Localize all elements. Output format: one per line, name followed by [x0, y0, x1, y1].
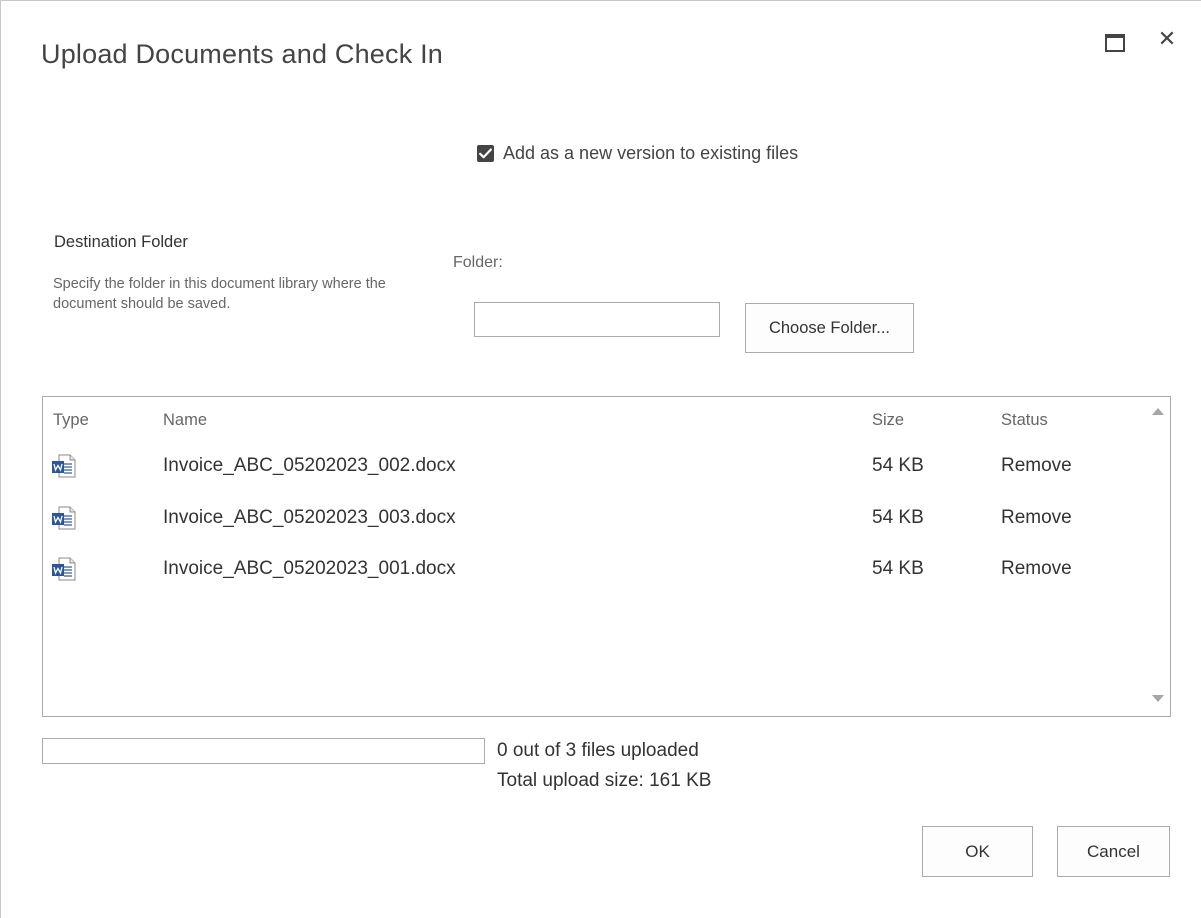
upload-progress-text: 0 out of 3 files uploaded [497, 740, 699, 761]
ok-button[interactable]: OK [922, 826, 1033, 877]
destination-heading: Destination Folder [54, 233, 188, 251]
dialog-title: Upload Documents and Check In [41, 39, 444, 69]
column-header-type: Type [53, 411, 89, 429]
file-size: 54 KB [872, 455, 924, 476]
word-document-icon [51, 505, 77, 531]
column-header-size: Size [872, 411, 905, 429]
upload-dialog: Upload Documents and Check In ✕ Add as a… [0, 0, 1201, 918]
maximize-icon[interactable] [1103, 32, 1125, 52]
file-size: 54 KB [872, 558, 924, 579]
destination-description: Specify the folder in this document libr… [53, 276, 386, 312]
file-size: 54 KB [872, 507, 924, 528]
scroll-down-arrow-icon[interactable] [1151, 694, 1165, 704]
file-list: Type Name Size Status Invoice_ABC_052020… [42, 396, 1171, 717]
total-upload-size: Total upload size: 161 KB [497, 770, 712, 791]
file-name: Invoice_ABC_05202023_002.docx [163, 455, 456, 476]
word-document-icon [51, 453, 77, 479]
remove-file-link[interactable]: Remove [1001, 455, 1072, 477]
add-version-checkbox[interactable] [477, 144, 494, 162]
file-row: Invoice_ABC_05202023_002.docx 54 KB Remo… [43, 453, 1143, 503]
remove-file-link[interactable]: Remove [1001, 558, 1072, 580]
word-document-icon [51, 556, 77, 582]
choose-folder-button[interactable]: Choose Folder... [745, 303, 914, 353]
folder-input[interactable] [474, 302, 720, 337]
scroll-up-arrow-icon[interactable] [1151, 406, 1165, 416]
file-row: Invoice_ABC_05202023_001.docx 54 KB Remo… [43, 556, 1143, 606]
folder-label: Folder: [453, 254, 503, 271]
remove-file-link[interactable]: Remove [1001, 507, 1072, 529]
add-version-label: Add as a new version to existing files [503, 142, 799, 163]
add-version-option: Add as a new version to existing files [477, 141, 798, 165]
column-header-name: Name [163, 411, 208, 429]
checkmark-icon [479, 148, 492, 158]
file-name: Invoice_ABC_05202023_001.docx [163, 558, 456, 579]
close-icon[interactable]: ✕ [1156, 29, 1178, 51]
upload-progress-bar [42, 738, 485, 764]
file-row: Invoice_ABC_05202023_003.docx 54 KB Remo… [43, 505, 1143, 555]
file-name: Invoice_ABC_05202023_003.docx [163, 507, 456, 528]
column-header-status: Status [1001, 411, 1048, 429]
cancel-button[interactable]: Cancel [1057, 826, 1170, 877]
